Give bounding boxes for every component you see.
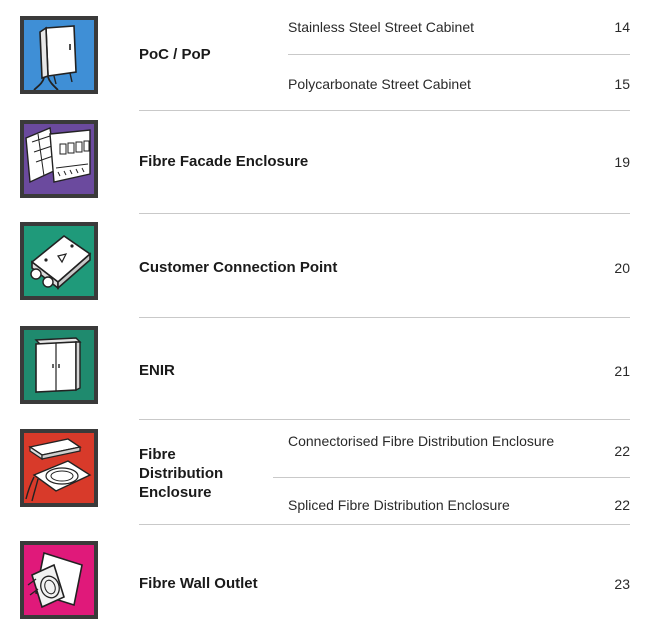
entry-title-text: Fibre Distribution Enclosure — [139, 446, 224, 501]
page-number: 22 — [614, 443, 630, 459]
divider — [139, 110, 630, 111]
page-number: 20 — [614, 260, 630, 276]
entry-title: PoC / PoP — [139, 46, 211, 63]
street-cabinet-icon — [20, 16, 98, 94]
entry-title: Fibre Wall Outlet — [139, 575, 258, 592]
divider — [273, 477, 630, 478]
divider — [139, 213, 630, 214]
distribution-enclosure-icon — [20, 429, 98, 507]
divider — [288, 54, 630, 55]
page-number: 15 — [614, 76, 630, 92]
entry-subitem[interactable]: Spliced Fibre Distribution Enclosure — [288, 496, 510, 514]
entry-title: ENIR — [139, 362, 175, 379]
page-number: 22 — [614, 497, 630, 513]
page-number: 14 — [614, 19, 630, 35]
page-number: 23 — [614, 576, 630, 592]
divider — [139, 317, 630, 318]
entry-subitem[interactable]: Stainless Steel Street Cabinet — [288, 18, 474, 36]
enir-cabinet-icon — [20, 326, 98, 404]
page-number: 21 — [614, 363, 630, 379]
wall-outlet-icon — [20, 541, 98, 619]
divider — [139, 419, 630, 420]
page-number: 19 — [614, 154, 630, 170]
connection-point-icon — [20, 222, 98, 300]
entry-title: Fibre Distribution Enclosure — [139, 445, 259, 502]
entry-subitem[interactable]: Connectorised Fibre Distribution Enclosu… — [288, 432, 558, 450]
entry-subitem[interactable]: Polycarbonate Street Cabinet — [288, 75, 471, 93]
facade-enclosure-icon — [20, 120, 98, 198]
entry-title: Customer Connection Point — [139, 259, 338, 276]
entry-title: Fibre Facade Enclosure — [139, 153, 309, 170]
divider — [139, 524, 630, 525]
